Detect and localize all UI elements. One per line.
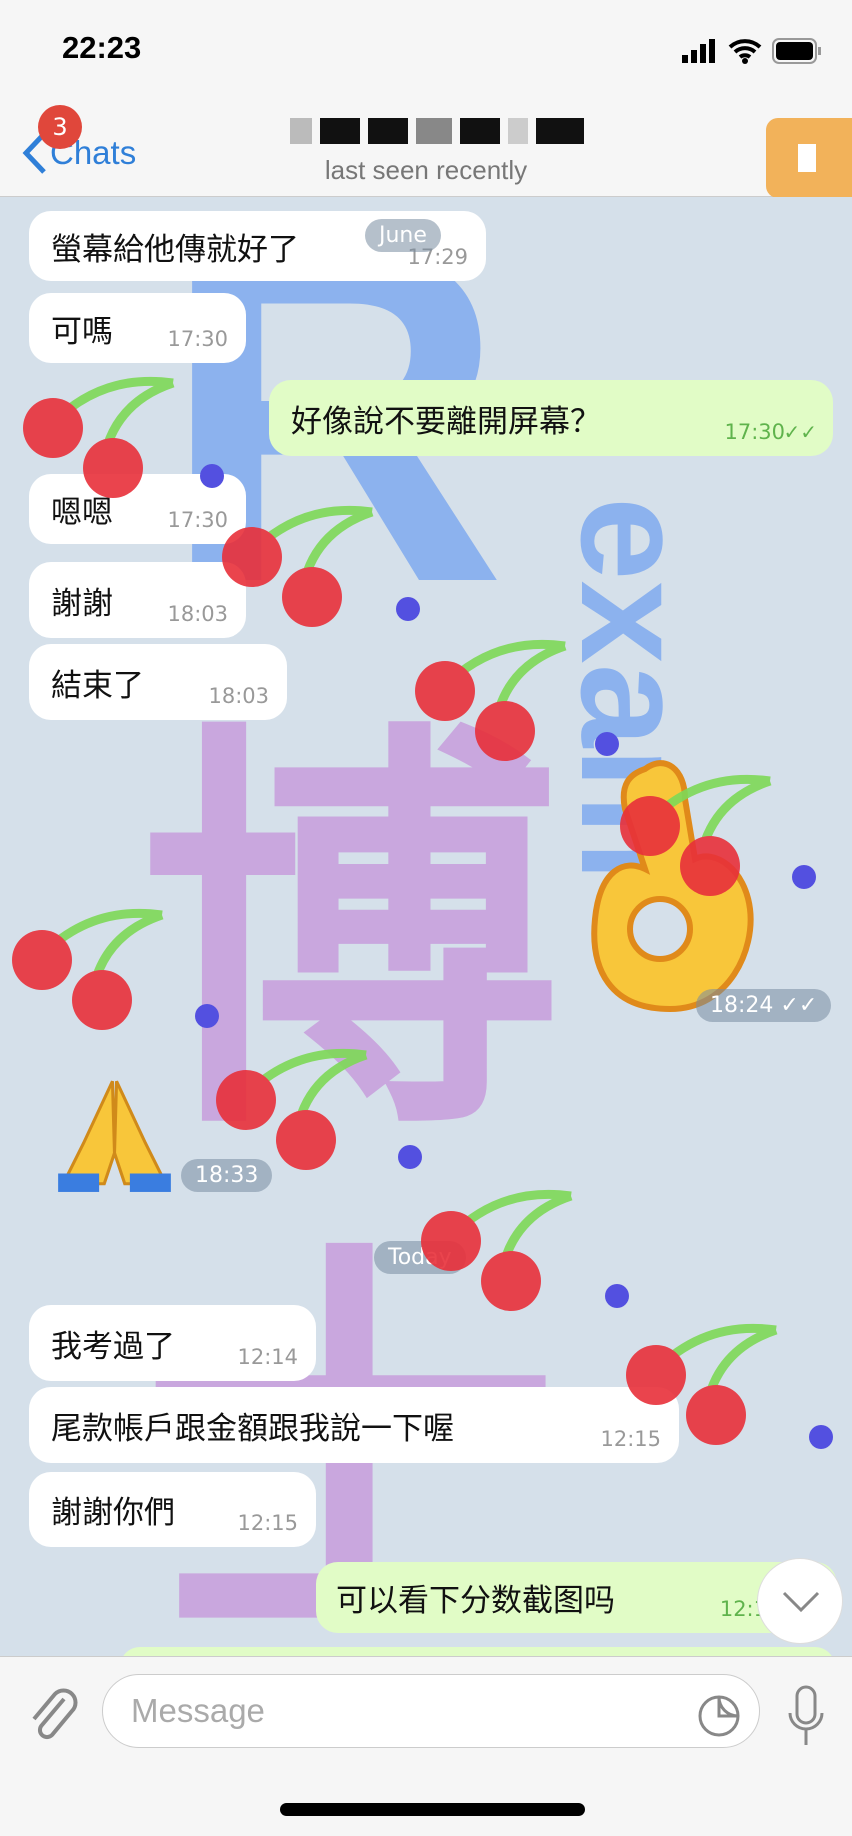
decorative-dot — [792, 865, 816, 889]
decorative-dot — [809, 1425, 833, 1449]
read-checks-icon: ✓✓ — [783, 420, 817, 444]
decorative-dot — [396, 597, 420, 621]
decorative-dot — [605, 1284, 629, 1308]
cherry-sticker-icon — [626, 1323, 778, 1445]
chevron-down-icon — [782, 1591, 820, 1613]
date-pill-june: June — [365, 219, 441, 252]
cherry-sticker-icon — [421, 1189, 573, 1311]
contact-name-pixelated[interactable] — [290, 118, 610, 152]
message-outgoing[interactable]: 好像說不要離開屏幕？ 17:30 ✓✓ — [269, 380, 833, 456]
home-indicator[interactable] — [280, 1803, 585, 1816]
decorative-dot — [398, 1145, 422, 1169]
message-time: 18:24 ✓✓ — [696, 989, 832, 1022]
avatar[interactable] — [766, 118, 852, 198]
chat-area[interactable]: R exam 博士 螢幕給他傳就好了17:29 June 可嗎17:30 好像說… — [0, 197, 852, 1656]
cherry-sticker-icon — [12, 908, 164, 1030]
folded-hands-emoji[interactable] — [53, 1071, 176, 1194]
cherry-sticker-icon — [23, 376, 175, 498]
message-incoming[interactable]: 可嗎 17:30 — [29, 293, 246, 363]
last-seen-status: last seen recently — [324, 155, 528, 185]
message-incoming[interactable]: 結束了 18:03 — [29, 644, 287, 720]
microphone-icon[interactable] — [786, 1685, 826, 1749]
decorative-dot — [200, 464, 224, 488]
chat-header: Chats 3 last seen recently — [0, 100, 852, 198]
message-incoming[interactable]: 謝謝你們 12:15 — [29, 1472, 316, 1547]
decorative-dot — [595, 732, 619, 756]
message-outgoing-partial[interactable] — [120, 1647, 835, 1656]
message-incoming[interactable]: 謝謝 18:03 — [29, 562, 246, 638]
wifi-icon — [728, 39, 762, 64]
scroll-down-button[interactable] — [757, 1558, 843, 1644]
sticker-icon[interactable] — [696, 1693, 742, 1739]
attach-icon[interactable] — [26, 1685, 78, 1745]
clock: 22:23 — [62, 30, 142, 65]
message-incoming[interactable]: 尾款帳戶跟金額跟我說一下喔 12:15 — [29, 1387, 679, 1463]
cherry-sticker-icon — [222, 505, 374, 627]
message-input[interactable]: Message — [102, 1674, 760, 1748]
cherry-sticker-icon — [620, 774, 772, 896]
decorative-dot — [195, 1004, 219, 1028]
signal-icon — [682, 39, 715, 63]
cherry-sticker-icon — [216, 1048, 368, 1170]
status-bar: 22:23 — [0, 0, 852, 100]
cherry-sticker-icon — [415, 639, 567, 761]
battery-icon — [772, 38, 821, 64]
unread-badge: 3 — [38, 105, 82, 149]
message-incoming[interactable]: 我考過了 12:14 — [29, 1305, 316, 1381]
